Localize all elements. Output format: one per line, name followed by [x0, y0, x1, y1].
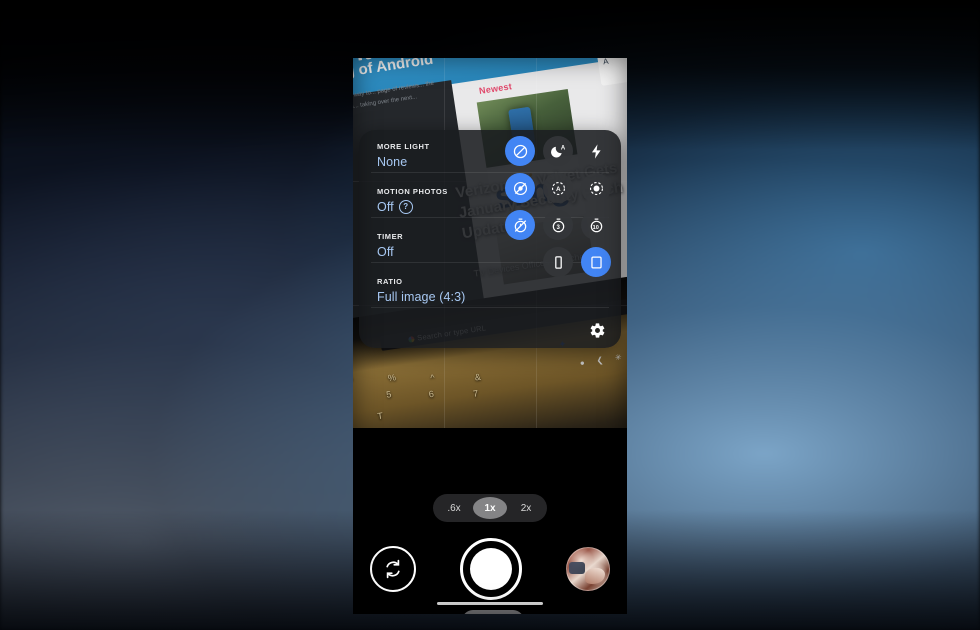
mode-carousel[interactable]: t Sight Portrait Camera Video Modes — [353, 606, 627, 614]
setting-ratio[interactable]: RATIO Full image (4:3) — [377, 277, 465, 304]
mode-video[interactable]: Video — [532, 610, 583, 614]
camera-controls: .6x 1x 2x t Sight Portrait Ca — [353, 428, 627, 614]
zoom-option-0_6x[interactable]: .6x — [437, 497, 471, 519]
svg-text:10: 10 — [592, 224, 598, 230]
scene-card-text-b: A — [602, 58, 610, 67]
setting-value-text: None — [377, 155, 408, 169]
mode-portrait[interactable]: Portrait — [394, 610, 453, 614]
camera-viewfinder[interactable]: It's FreeGrammarly W A e King of Android… — [353, 58, 627, 428]
timer-10s-icon[interactable]: 10 — [581, 210, 611, 240]
setting-value: Full image (4:3) — [377, 290, 465, 304]
setting-value: Off ? — [377, 200, 448, 214]
mode-carousel-strip: t Sight Portrait Camera Video Modes — [353, 606, 627, 614]
svg-text:A: A — [560, 145, 565, 151]
camera-flip-icon[interactable] — [370, 546, 416, 592]
zoom-selector[interactable]: .6x 1x 2x — [433, 494, 547, 522]
flash-off-icon[interactable] — [505, 136, 535, 166]
setting-value: Off — [377, 245, 403, 259]
setting-value: None — [377, 155, 430, 169]
motion-photo-auto-icon[interactable]: A — [543, 173, 573, 203]
motion-photo-on-icon[interactable] — [581, 173, 611, 203]
phone-screen: It's FreeGrammarly W A e King of Android… — [353, 58, 627, 614]
mode-night-sight[interactable]: t Sight — [353, 610, 386, 614]
setting-motion-photos[interactable]: MOTION PHOTOS Off ? — [377, 187, 448, 214]
shutter-row — [353, 538, 627, 600]
shutter-icon[interactable] — [460, 538, 522, 600]
svg-text:A: A — [555, 185, 560, 192]
zoom-option-2x[interactable]: 2x — [509, 497, 543, 519]
setting-more-light[interactable]: MORE LIGHT None — [377, 142, 430, 169]
setting-timer[interactable]: TIMER Off — [377, 232, 403, 259]
flash-on-icon[interactable] — [581, 136, 611, 166]
setting-label: MOTION PHOTOS — [377, 187, 448, 196]
shutter-inner-circle — [470, 548, 512, 590]
option-row-timer: 3 10 — [505, 210, 611, 240]
option-row-motion-photos: A — [505, 173, 611, 203]
option-row-more-light: A — [505, 136, 611, 166]
setting-value-text: Off — [377, 200, 394, 214]
setting-value-text: Full image (4:3) — [377, 290, 466, 304]
help-icon[interactable]: ? — [398, 200, 413, 214]
scene-section-label: Newest — [478, 81, 513, 97]
setting-label: TIMER — [377, 232, 404, 241]
night-sight-auto-icon[interactable]: A — [543, 136, 573, 166]
setting-value-text: Off — [377, 245, 394, 259]
zoom-option-1x[interactable]: 1x — [473, 497, 507, 519]
gear-icon[interactable] — [585, 318, 609, 342]
timer-off-icon[interactable] — [505, 210, 535, 240]
camera-settings-sheet[interactable]: MORE LIGHT None MOTION PHOTOS Off ? TIME… — [359, 130, 621, 348]
ratio-16x9-icon[interactable] — [543, 247, 573, 277]
timer-3s-icon[interactable]: 3 — [543, 210, 573, 240]
gallery-thumbnail[interactable] — [566, 547, 610, 591]
svg-text:3: 3 — [556, 223, 560, 230]
option-row-ratio — [505, 247, 611, 277]
scene-corner-card: W A — [594, 58, 627, 86]
settings-option-grid: A A 3 10 — [505, 136, 611, 284]
home-gesture-bar[interactable] — [437, 602, 543, 605]
setting-label: RATIO — [377, 277, 403, 286]
mode-modes[interactable]: Modes — [592, 610, 627, 614]
settings-divider-4 — [371, 307, 609, 308]
mode-camera[interactable]: Camera — [461, 610, 525, 614]
setting-label: MORE LIGHT — [377, 142, 430, 151]
motion-photo-off-icon[interactable] — [505, 173, 535, 203]
ratio-4x3-icon[interactable] — [581, 247, 611, 277]
